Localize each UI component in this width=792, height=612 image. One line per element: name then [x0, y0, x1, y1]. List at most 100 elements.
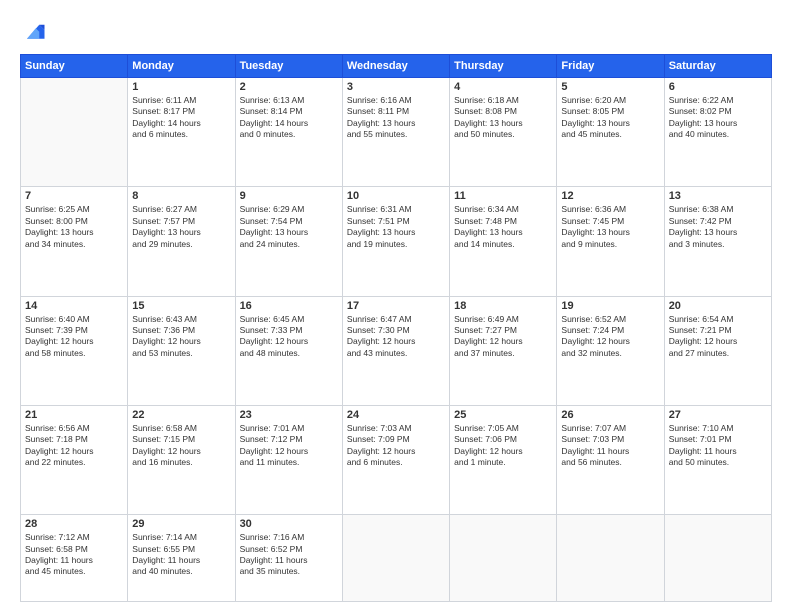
- calendar-header-row: Sunday Monday Tuesday Wednesday Thursday…: [21, 55, 772, 78]
- day-number: 13: [669, 190, 767, 202]
- calendar-week-row: 1Sunrise: 6:11 AMSunset: 8:17 PMDaylight…: [21, 78, 772, 187]
- calendar-cell: 3Sunrise: 6:16 AMSunset: 8:11 PMDaylight…: [342, 78, 449, 187]
- cell-line: Daylight: 13 hours: [240, 227, 338, 238]
- cell-line: Sunrise: 6:22 AM: [669, 95, 767, 106]
- cell-line: Sunset: 7:09 PM: [347, 434, 445, 445]
- header-friday: Friday: [557, 55, 664, 78]
- cell-line: and 40 minutes.: [669, 129, 767, 140]
- cell-line: Daylight: 11 hours: [25, 555, 123, 566]
- calendar-week-row: 14Sunrise: 6:40 AMSunset: 7:39 PMDayligh…: [21, 296, 772, 405]
- cell-line: Sunset: 8:08 PM: [454, 106, 552, 117]
- cell-line: Sunset: 7:42 PM: [669, 216, 767, 227]
- calendar-cell: 10Sunrise: 6:31 AMSunset: 7:51 PMDayligh…: [342, 187, 449, 296]
- cell-line: Sunrise: 6:47 AM: [347, 314, 445, 325]
- day-number: 2: [240, 81, 338, 93]
- calendar-table: Sunday Monday Tuesday Wednesday Thursday…: [20, 54, 772, 602]
- cell-line: Daylight: 14 hours: [240, 118, 338, 129]
- cell-line: Sunset: 8:14 PM: [240, 106, 338, 117]
- cell-line: Daylight: 12 hours: [25, 336, 123, 347]
- day-number: 6: [669, 81, 767, 93]
- cell-line: and 27 minutes.: [669, 348, 767, 359]
- cell-line: Sunset: 6:55 PM: [132, 544, 230, 555]
- calendar-cell: 6 Sunrise: 6:22 AMSunset: 8:02 PMDaylight…: [664, 78, 771, 187]
- cell-line: Daylight: 12 hours: [454, 336, 552, 347]
- cell-line: Sunrise: 6:52 AM: [561, 314, 659, 325]
- cell-line: Sunrise: 7:03 AM: [347, 423, 445, 434]
- cell-line: Sunset: 7:01 PM: [669, 434, 767, 445]
- calendar-week-row: 28Sunrise: 7:12 AMSunset: 6:58 PMDayligh…: [21, 515, 772, 602]
- cell-line: and 45 minutes.: [561, 129, 659, 140]
- cell-line: and 43 minutes.: [347, 348, 445, 359]
- cell-line: and 32 minutes.: [561, 348, 659, 359]
- cell-line: and 40 minutes.: [132, 566, 230, 577]
- cell-line: Sunrise: 7:01 AM: [240, 423, 338, 434]
- cell-line: Sunset: 8:00 PM: [25, 216, 123, 227]
- cell-line: Daylight: 12 hours: [132, 446, 230, 457]
- calendar-cell: 4Sunrise: 6:18 AMSunset: 8:08 PMDaylight…: [450, 78, 557, 187]
- cell-line: Sunrise: 6:13 AM: [240, 95, 338, 106]
- day-number: 23: [240, 409, 338, 421]
- cell-line: Sunrise: 6:56 AM: [25, 423, 123, 434]
- calendar-cell: [557, 515, 664, 602]
- calendar-cell: 16Sunrise: 6:45 AMSunset: 7:33 PMDayligh…: [235, 296, 342, 405]
- day-number: 9: [240, 190, 338, 202]
- cell-line: Sunrise: 7:14 AM: [132, 532, 230, 543]
- day-number: 25: [454, 409, 552, 421]
- day-number: 22: [132, 409, 230, 421]
- cell-line: Daylight: 13 hours: [454, 227, 552, 238]
- calendar-cell: 22Sunrise: 6:58 AMSunset: 7:15 PMDayligh…: [128, 405, 235, 514]
- cell-line: and 53 minutes.: [132, 348, 230, 359]
- cell-line: Sunrise: 6:40 AM: [25, 314, 123, 325]
- cell-line: and 48 minutes.: [240, 348, 338, 359]
- cell-line: and 11 minutes.: [240, 457, 338, 468]
- calendar-cell: 11Sunrise: 6:34 AMSunset: 7:48 PMDayligh…: [450, 187, 557, 296]
- cell-line: Sunset: 8:02 PM: [669, 106, 767, 117]
- cell-line: Sunrise: 6:29 AM: [240, 204, 338, 215]
- cell-line: Sunset: 7:45 PM: [561, 216, 659, 227]
- header-monday: Monday: [128, 55, 235, 78]
- calendar-cell: 14Sunrise: 6:40 AMSunset: 7:39 PMDayligh…: [21, 296, 128, 405]
- calendar-cell: 15Sunrise: 6:43 AMSunset: 7:36 PMDayligh…: [128, 296, 235, 405]
- cell-line: Sunset: 7:18 PM: [25, 434, 123, 445]
- cell-line: Sunset: 7:06 PM: [454, 434, 552, 445]
- cell-line: and 37 minutes.: [454, 348, 552, 359]
- cell-line: Daylight: 13 hours: [561, 227, 659, 238]
- day-number: 16: [240, 300, 338, 312]
- calendar-cell: 21Sunrise: 6:56 AMSunset: 7:18 PMDayligh…: [21, 405, 128, 514]
- cell-line: and 6 minutes.: [347, 457, 445, 468]
- cell-line: and 22 minutes.: [25, 457, 123, 468]
- calendar-cell: [664, 515, 771, 602]
- cell-line: Sunset: 7:33 PM: [240, 325, 338, 336]
- cell-line: Sunset: 6:52 PM: [240, 544, 338, 555]
- cell-line: Daylight: 12 hours: [240, 446, 338, 457]
- cell-line: Sunrise: 6:36 AM: [561, 204, 659, 215]
- cell-line: Sunrise: 6:20 AM: [561, 95, 659, 106]
- cell-line: Daylight: 13 hours: [669, 118, 767, 129]
- cell-line: Sunrise: 6:11 AM: [132, 95, 230, 106]
- cell-line: Sunset: 8:05 PM: [561, 106, 659, 117]
- day-number: 30: [240, 518, 338, 530]
- cell-line: Sunset: 7:57 PM: [132, 216, 230, 227]
- cell-line: Daylight: 12 hours: [25, 446, 123, 457]
- day-number: 8: [132, 190, 230, 202]
- cell-line: Sunrise: 7:10 AM: [669, 423, 767, 434]
- cell-line: and 29 minutes.: [132, 239, 230, 250]
- cell-line: Daylight: 12 hours: [132, 336, 230, 347]
- header-thursday: Thursday: [450, 55, 557, 78]
- cell-line: Sunrise: 6:27 AM: [132, 204, 230, 215]
- calendar-cell: 7Sunrise: 6:25 AMSunset: 8:00 PMDaylight…: [21, 187, 128, 296]
- day-number: 12: [561, 190, 659, 202]
- cell-line: and 35 minutes.: [240, 566, 338, 577]
- day-number: 19: [561, 300, 659, 312]
- calendar-cell: 17Sunrise: 6:47 AMSunset: 7:30 PMDayligh…: [342, 296, 449, 405]
- calendar-cell: 24Sunrise: 7:03 AMSunset: 7:09 PMDayligh…: [342, 405, 449, 514]
- cell-line: Sunset: 7:30 PM: [347, 325, 445, 336]
- cell-line: Daylight: 12 hours: [454, 446, 552, 457]
- cell-line: and 58 minutes.: [25, 348, 123, 359]
- cell-line: Sunrise: 6:31 AM: [347, 204, 445, 215]
- cell-line: and 1 minute.: [454, 457, 552, 468]
- cell-line: and 45 minutes.: [25, 566, 123, 577]
- day-number: 28: [25, 518, 123, 530]
- cell-line: and 3 minutes.: [669, 239, 767, 250]
- cell-line: and 6 minutes.: [132, 129, 230, 140]
